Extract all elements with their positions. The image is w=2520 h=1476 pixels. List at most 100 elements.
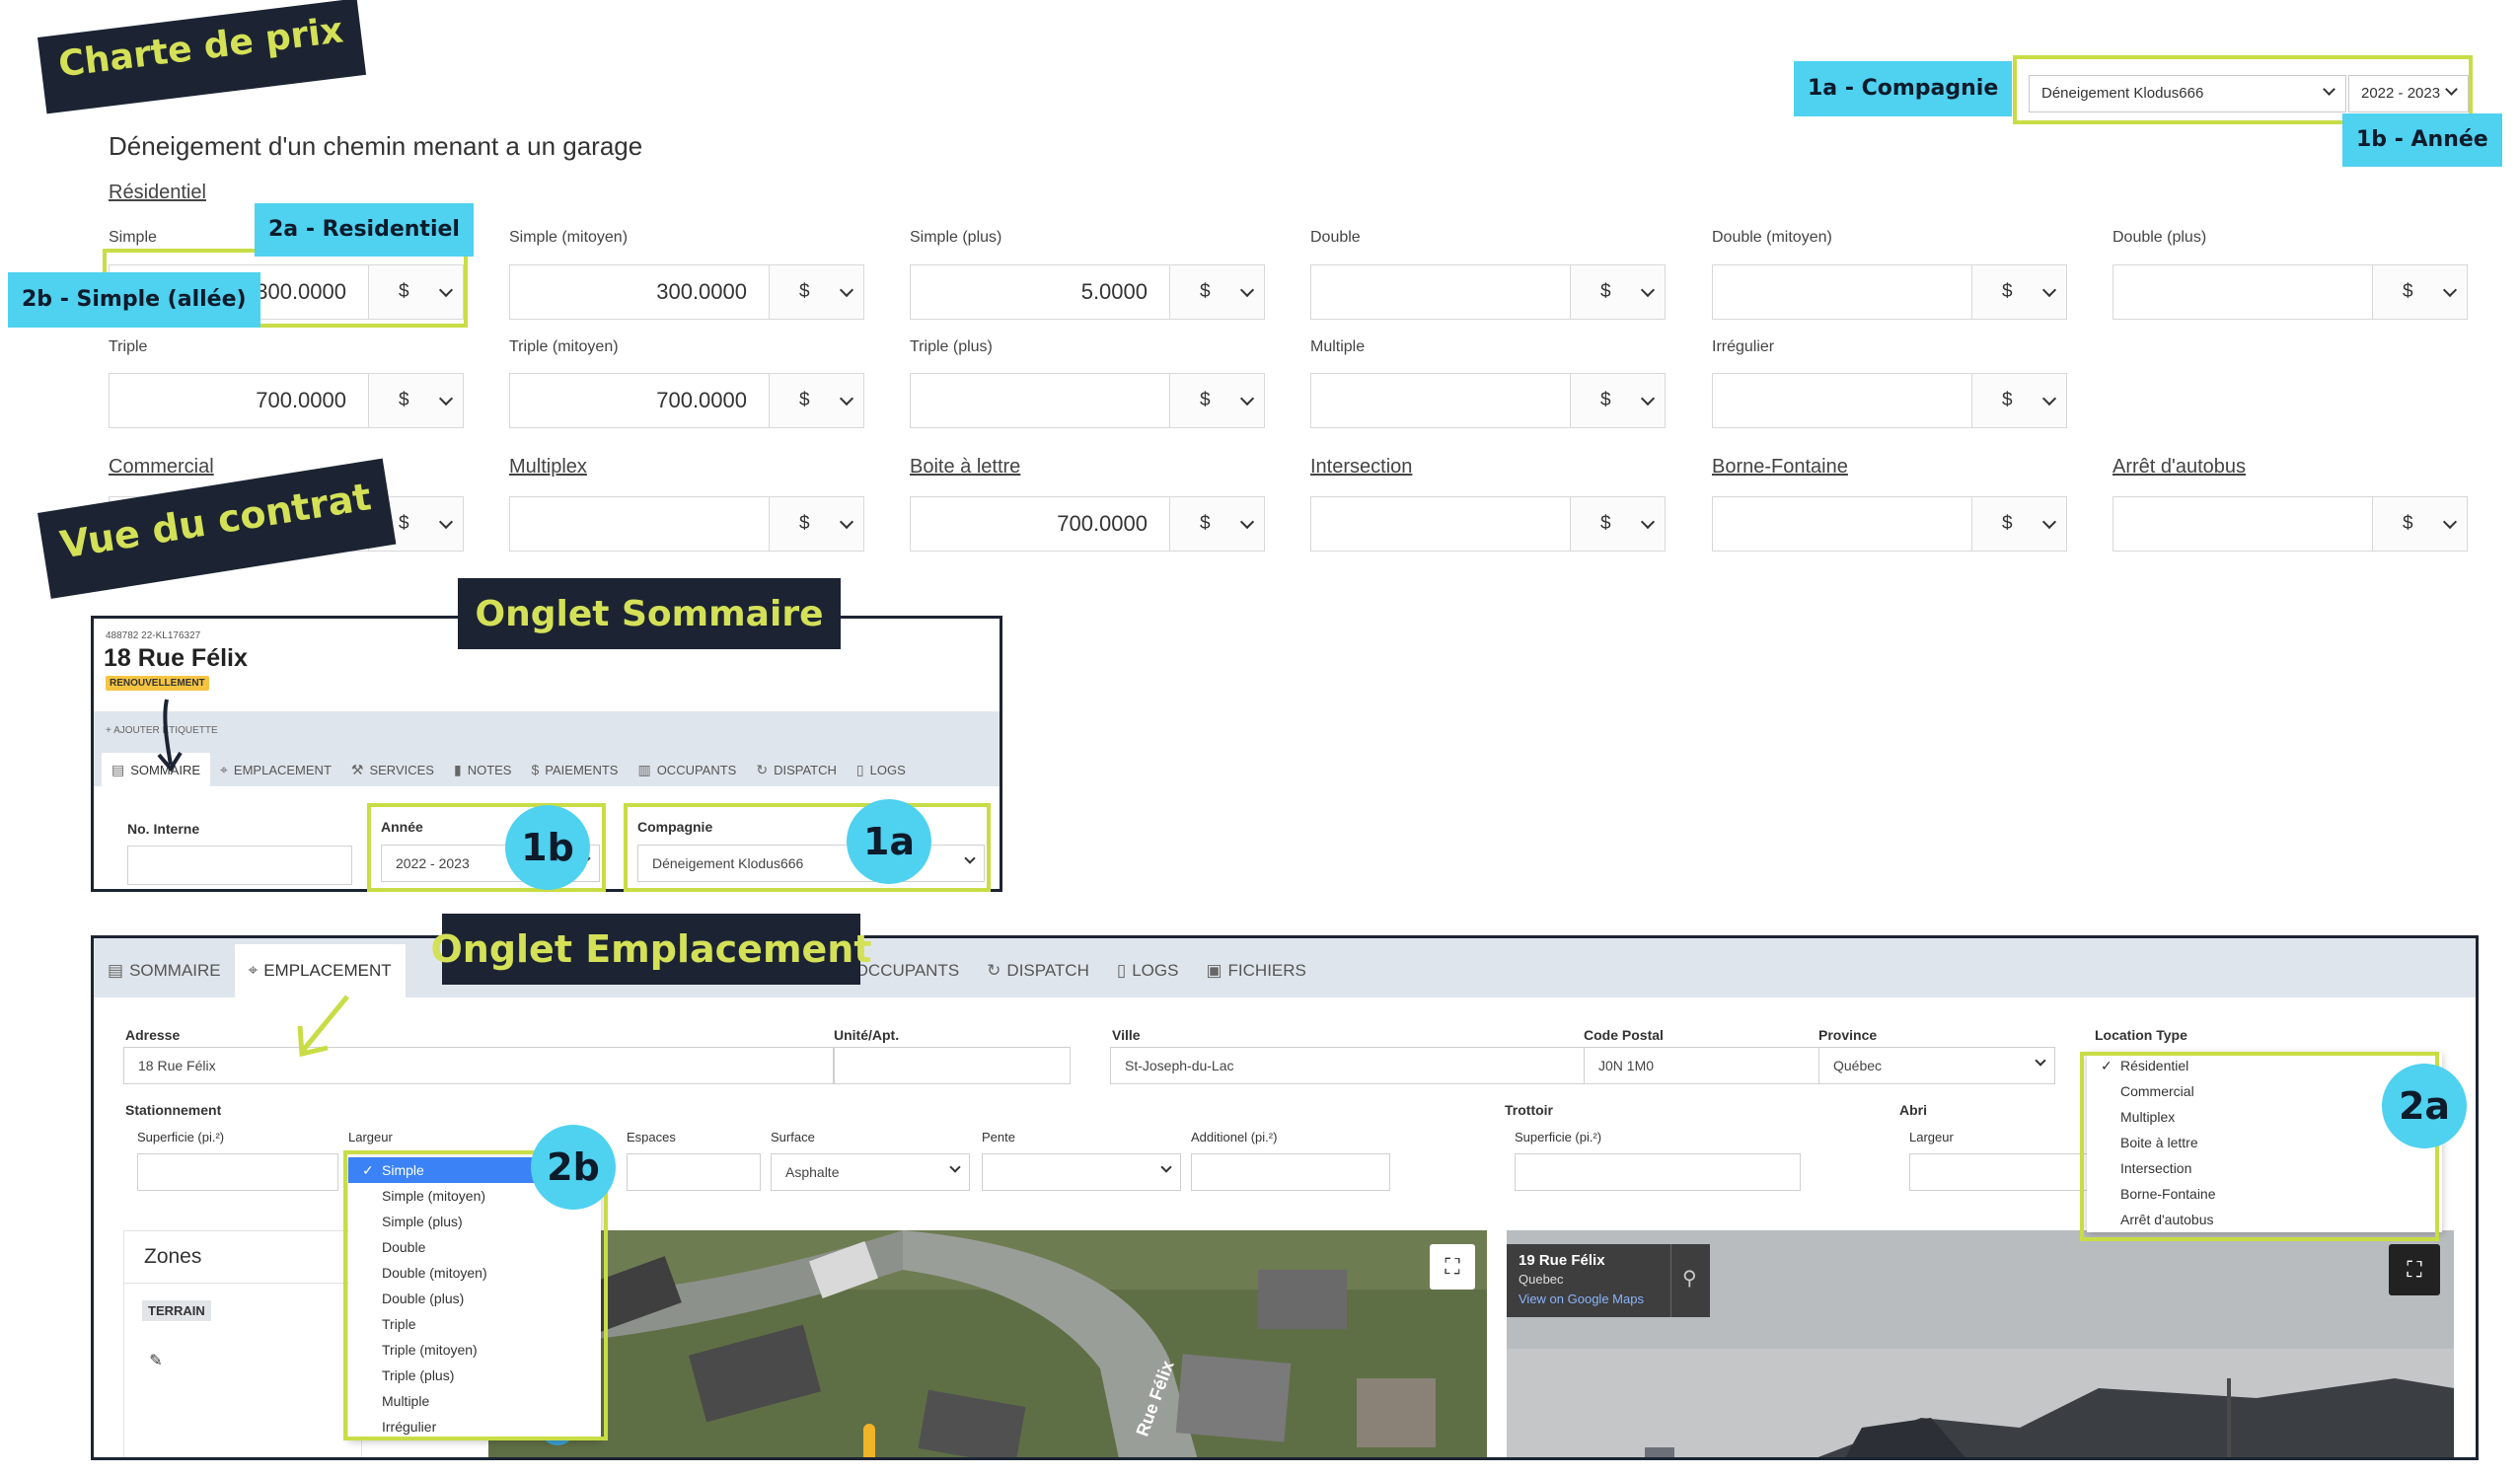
label-adresse: Adresse — [125, 1027, 181, 1043]
edit-pencil-icon[interactable]: ✎ — [142, 1348, 170, 1375]
tab-label: FICHIERS — [1227, 961, 1306, 980]
currency-select[interactable]: $ — [2373, 265, 2467, 319]
price-input[interactable]: 300.0000 — [510, 265, 770, 319]
currency-select[interactable]: $ — [770, 265, 863, 319]
price-input[interactable] — [1311, 374, 1571, 427]
price-field: $ — [910, 373, 1265, 428]
pente-select[interactable] — [982, 1153, 1181, 1191]
price-label[interactable]: Borne-Fontaine — [1712, 456, 1848, 479]
year-select[interactable]: 2022 - 2023 — [2348, 75, 2469, 112]
currency-select[interactable]: $ — [369, 374, 463, 427]
price-input[interactable]: 700.0000 — [110, 374, 369, 427]
currency-select[interactable]: $ — [1571, 265, 1665, 319]
currency-select[interactable]: $ — [1170, 265, 1264, 319]
price-input[interactable] — [1713, 497, 1972, 551]
tab-notes[interactable]: ▮ NOTES — [444, 753, 522, 786]
price-input[interactable] — [2113, 265, 2373, 319]
tab-dispatch[interactable]: ↻ DISPATCH — [973, 944, 1103, 997]
superficie-input[interactable] — [137, 1153, 338, 1191]
street-view[interactable]: 19 Rue Félix Quebec View on Google Maps … — [1507, 1230, 2454, 1457]
ville-input[interactable]: St-Joseph-du-Lac — [1110, 1047, 1586, 1084]
tab-emplacement[interactable]: ⌖ EMPLACEMENT — [234, 944, 406, 997]
tab-icon: ▮ — [453, 761, 462, 777]
compagnie-select[interactable]: Déneigement Klodus666 — [637, 845, 985, 882]
price-input[interactable] — [911, 374, 1170, 427]
status-badge: RENOUVELLEMENT — [106, 676, 209, 691]
tab-paiements[interactable]: $ PAIEMENTS — [521, 753, 628, 786]
tab-label: DISPATCH — [774, 762, 837, 777]
currency-select[interactable]: $ — [2373, 497, 2467, 551]
espaces-input[interactable] — [627, 1153, 761, 1191]
label-trottoir: Trottoir — [1505, 1102, 1553, 1118]
label-additionel: Additionel (pi.²) — [1191, 1130, 1278, 1144]
currency-select[interactable]: $ — [1571, 497, 1665, 551]
price-input[interactable]: 5.0000 — [911, 265, 1170, 319]
tab-logs[interactable]: ▯ LOGS — [847, 753, 916, 786]
currency-select[interactable]: $ — [770, 497, 863, 551]
unite-input[interactable] — [834, 1047, 1071, 1084]
price-input[interactable] — [1311, 497, 1571, 551]
province-select[interactable]: Québec — [1818, 1047, 2055, 1084]
price-input[interactable] — [1311, 265, 1571, 319]
trottoir-superficie-input[interactable] — [1515, 1153, 1801, 1191]
tab-icon: ▣ — [1206, 961, 1223, 980]
price-input[interactable]: 700.0000 — [510, 374, 770, 427]
fullscreen-icon[interactable]: ⛶ — [1430, 1244, 1475, 1290]
currency-select[interactable]: $ — [1170, 497, 1264, 551]
pegman-icon[interactable] — [863, 1424, 875, 1457]
price-label[interactable]: Multiplex — [509, 456, 587, 479]
additionel-input[interactable] — [1191, 1153, 1390, 1191]
currency-select[interactable]: $ — [770, 374, 863, 427]
aerial-map[interactable]: Rue Félix ⛶ — [488, 1230, 1487, 1457]
chevron-down-icon — [2041, 391, 2057, 406]
tab-icon: ▤ — [108, 961, 124, 980]
price-label[interactable]: Boite à lettre — [910, 456, 1020, 479]
tab-icon: ↻ — [987, 961, 1001, 980]
label-code-postal: Code Postal — [1584, 1027, 1664, 1043]
currency-select[interactable]: $ — [1972, 374, 2066, 427]
price-input[interactable] — [1713, 374, 1972, 427]
currency-select[interactable]: $ — [1571, 374, 1665, 427]
price-input[interactable]: 700.0000 — [911, 497, 1170, 551]
price-label: Simple (mitoyen) — [509, 229, 629, 246]
code-postal-input[interactable]: J0N 1M0 — [1584, 1047, 1820, 1084]
tab-emplacement[interactable]: ⌖ EMPLACEMENT — [210, 753, 341, 786]
tab-occupants[interactable]: ▥ OCCUPANTS — [628, 753, 746, 786]
surface-select[interactable]: Asphalte — [771, 1153, 970, 1191]
zones-card: Zones TERRAIN ✎ — [123, 1230, 362, 1457]
chevron-down-icon — [1640, 391, 1656, 406]
view-on-google-maps-link[interactable]: View on Google Maps — [1519, 1292, 1644, 1306]
company-select[interactable]: Déneigement Klodus666 — [2029, 75, 2346, 112]
label-no-interne: No. Interne — [127, 821, 200, 837]
section-link-residentiel[interactable]: Résidentiel — [109, 182, 206, 204]
chevron-down-icon — [1239, 391, 1255, 406]
adresse-input[interactable]: 18 Rue Félix — [123, 1047, 834, 1084]
currency-select[interactable]: $ — [1972, 497, 2066, 551]
terrain-badge[interactable]: TERRAIN — [142, 1300, 211, 1321]
banner-charte-de-prix: Charte de prix — [37, 0, 367, 114]
tab-dispatch[interactable]: ↻ DISPATCH — [746, 753, 847, 786]
price-input[interactable] — [1713, 265, 1972, 319]
tab-fichiers[interactable]: ▣ FICHIERS — [1192, 944, 1319, 997]
tab-services[interactable]: ⚒ SERVICES — [341, 753, 444, 786]
price-label: Simple — [109, 229, 157, 246]
fullscreen-icon[interactable]: ⛶ — [2389, 1244, 2440, 1295]
currency-select[interactable]: $ — [1972, 265, 2066, 319]
price-label[interactable]: Arrêt d'autobus — [2112, 456, 2246, 479]
currency-select[interactable]: $ — [1170, 374, 1264, 427]
tab-icon: ▯ — [855, 761, 864, 777]
no-interne-input[interactable] — [127, 846, 352, 885]
tab-sommaire[interactable]: ▤ SOMMAIRE — [94, 944, 235, 997]
map-pin-icon[interactable]: ⚲ — [1682, 1266, 1697, 1291]
tab-logs[interactable]: ▯ LOGS — [1103, 944, 1193, 997]
label-espaces: Espaces — [627, 1130, 676, 1144]
price-label[interactable]: Commercial — [109, 456, 214, 479]
price-input[interactable] — [2113, 497, 2373, 551]
abri-largeur-input[interactable] — [1909, 1153, 2107, 1191]
price-label: Triple (plus) — [910, 338, 993, 355]
badge-2a: 2a — [2382, 1064, 2467, 1148]
chevron-down-icon — [2442, 514, 2458, 529]
price-input[interactable] — [510, 497, 770, 551]
price-label[interactable]: Intersection — [1310, 456, 1412, 479]
chevron-down-icon — [949, 1161, 961, 1173]
